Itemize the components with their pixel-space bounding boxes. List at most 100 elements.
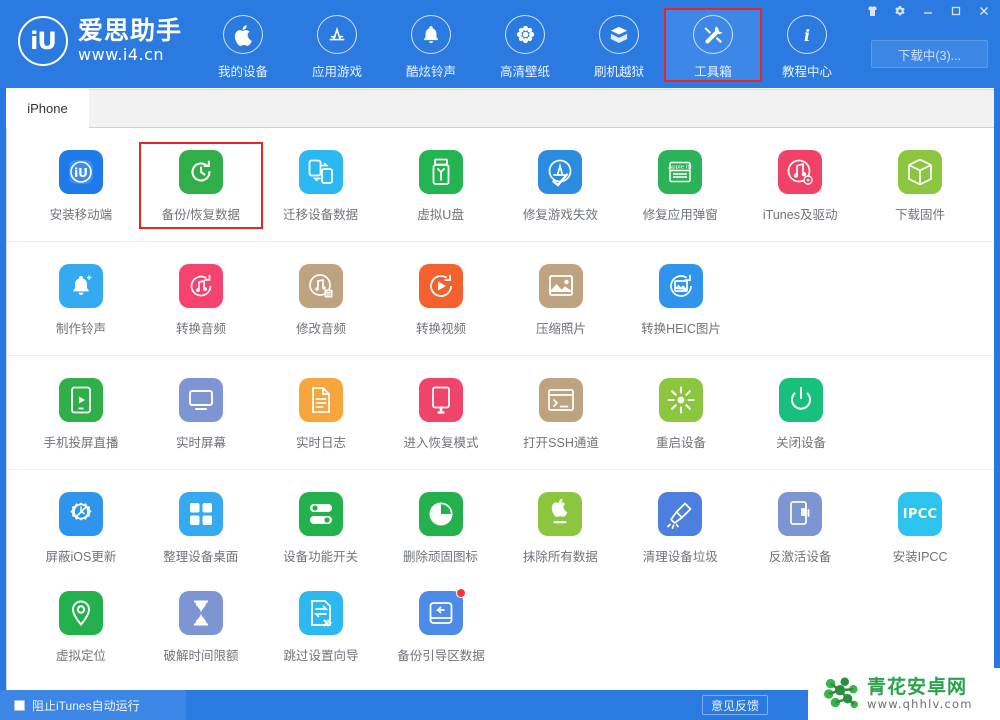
- tool-compress-photo[interactable]: 压缩照片: [501, 258, 621, 341]
- nav-item-tutorials[interactable]: i 教程中心: [760, 10, 854, 80]
- nav-item-ringtones[interactable]: 酷炫铃声: [384, 10, 478, 80]
- tool-label: 屏蔽iOS更新: [45, 550, 117, 564]
- tool-label: 制作铃声: [55, 322, 106, 336]
- device-migrate-icon: [298, 150, 343, 194]
- photo-compress-icon: [539, 264, 583, 308]
- nav-label: 应用游戏: [311, 65, 362, 79]
- tool-label: 删除顽固图标: [403, 550, 479, 564]
- tool-install-mobile[interactable]: iU 安装移动端: [21, 144, 141, 227]
- download-status-button[interactable]: 下载中(3)...: [871, 40, 988, 68]
- clean-junk-icon: [658, 492, 703, 536]
- live-screen-icon: [179, 378, 223, 422]
- tool-label: 修复游戏失效: [522, 208, 598, 222]
- tools-icon: [693, 15, 733, 54]
- tool-delete-stubborn-icon[interactable]: 删除顽固图标: [381, 486, 501, 569]
- tool-itunes-driver[interactable]: iTunes及驱动: [740, 144, 860, 227]
- tool-block-ios-update[interactable]: 屏蔽iOS更新: [21, 486, 141, 569]
- apple-id-icon: Apple ID: [658, 150, 703, 194]
- box-open-icon: [599, 15, 639, 54]
- block-itunes-checkbox[interactable]: [14, 699, 25, 711]
- tool-clean-junk[interactable]: 清理设备垃圾: [620, 486, 740, 569]
- maximize-button[interactable]: [942, 0, 970, 22]
- watermark-name: 青花安卓网: [867, 676, 968, 698]
- tool-organize-desktop[interactable]: 整理设备桌面: [141, 486, 261, 569]
- notification-badge: [456, 588, 466, 598]
- tool-download-firmware[interactable]: 下载固件: [860, 144, 980, 227]
- svg-text:i: i: [804, 26, 810, 45]
- tool-label: 修复应用弹窗: [642, 208, 718, 222]
- tool-feature-toggle[interactable]: 设备功能开关: [261, 486, 381, 569]
- tool-convert-audio[interactable]: 转换音频: [141, 258, 261, 341]
- ssh-terminal-icon: [539, 378, 583, 422]
- minimize-button[interactable]: [914, 0, 942, 22]
- tool-label: 清理设备垃圾: [642, 550, 718, 564]
- nav-label: 高清壁纸: [499, 65, 550, 79]
- usb-drive-icon: [418, 150, 463, 194]
- i4-assistant-window: iU 爱思助手 www.i4.cn 我的设备 应用游戏 酷炫铃声 高清壁纸 刷机…: [0, 0, 1000, 720]
- block-itunes-toggle[interactable]: 阻止iTunes自动运行: [0, 690, 186, 720]
- tool-migrate-device-data[interactable]: 迁移设备数据: [261, 144, 381, 227]
- nav-item-my-device[interactable]: 我的设备: [196, 10, 290, 80]
- nav-label: 我的设备: [217, 65, 268, 79]
- toolbox-row: 虚拟定位 破解时间限额 跳过设置向导 备份引导区数据: [7, 569, 994, 668]
- tool-screen-time-crack[interactable]: 破解时间限额: [141, 585, 261, 668]
- tool-screen-cast-live[interactable]: 手机投屏直播: [21, 372, 141, 455]
- tool-open-ssh[interactable]: 打开SSH通道: [501, 372, 621, 455]
- tool-install-ipcc[interactable]: IPCC 安装IPCC: [860, 486, 980, 569]
- erase-all-icon: [538, 492, 583, 536]
- toolbox-row: 制作铃声 转换音频 自 修改音频 转换视频 压缩照片 转换HEIC图片: [7, 242, 994, 356]
- tool-backup-restore[interactable]: 备份/恢复数据: [138, 142, 263, 229]
- appstore-fix-icon: [538, 150, 583, 194]
- tool-label: 虚拟定位: [55, 649, 106, 663]
- virtual-location-icon: [59, 591, 103, 635]
- tool-backup-boot-data[interactable]: 备份引导区数据: [381, 585, 501, 668]
- tool-edit-audio[interactable]: 自 修改音频: [261, 258, 381, 341]
- deactivate-icon: [778, 492, 823, 536]
- tool-convert-video[interactable]: 转换视频: [381, 258, 501, 341]
- tool-live-log[interactable]: 实时日志: [261, 372, 381, 455]
- tool-recovery-mode[interactable]: 进入恢复模式: [381, 372, 501, 455]
- logo-text: iU: [30, 27, 57, 55]
- tool-power-off-device[interactable]: 关闭设备: [741, 372, 861, 455]
- skin-icon[interactable]: [858, 0, 886, 22]
- tool-erase-all-data[interactable]: 抹除所有数据: [501, 486, 621, 569]
- block-ios-update-icon: [58, 492, 103, 536]
- itunes-driver-icon: [778, 150, 823, 194]
- firmware-cube-icon: [898, 150, 943, 194]
- tool-reboot-device[interactable]: 重启设备: [621, 372, 741, 455]
- watermark: 青花安卓网 www.qhhlv.com: [808, 668, 1000, 720]
- skip-setup-icon: [299, 591, 343, 635]
- nav-label: 工具箱: [694, 65, 732, 79]
- tool-virtual-usb[interactable]: 虚拟U盘: [381, 144, 501, 227]
- tool-label: 手机投屏直播: [43, 436, 119, 450]
- ipcc-label: IPCC: [902, 506, 938, 522]
- appstore-icon: [317, 15, 357, 54]
- tool-virtual-location[interactable]: 虚拟定位: [21, 585, 141, 668]
- tool-fix-game[interactable]: 修复游戏失效: [501, 144, 621, 227]
- nav-item-flash-jailbreak[interactable]: 刷机越狱: [572, 10, 666, 80]
- close-button[interactable]: [970, 0, 998, 22]
- nav-item-toolbox[interactable]: 工具箱: [664, 8, 762, 82]
- tool-label: 转换HEIC图片: [641, 322, 721, 336]
- tool-live-screen[interactable]: 实时屏幕: [141, 372, 261, 455]
- tab-iphone[interactable]: iPhone: [6, 88, 89, 128]
- tool-make-ringtone[interactable]: 制作铃声: [21, 258, 141, 341]
- tool-label: 破解时间限额: [163, 649, 239, 663]
- toolbox-row: 手机投屏直播 实时屏幕 实时日志 进入恢复模式 打开SSH通道 重启设备 关闭设…: [7, 356, 994, 470]
- svg-text:Apple ID: Apple ID: [669, 165, 692, 171]
- tool-label: 实时日志: [295, 436, 346, 450]
- tool-deactivate-device[interactable]: 反激活设备: [740, 486, 860, 569]
- tool-fix-app-popup[interactable]: Apple ID 修复应用弹窗: [620, 144, 740, 227]
- nav-item-wallpapers[interactable]: 高清壁纸: [478, 10, 572, 80]
- tool-label: 安装移动端: [49, 208, 113, 222]
- gear-icon[interactable]: [886, 0, 914, 22]
- flower-icon: [505, 15, 545, 54]
- window-controls: [858, 0, 998, 22]
- tool-skip-setup-wizard[interactable]: 跳过设置向导: [261, 585, 381, 668]
- i4-circle-logo: iU: [18, 16, 68, 66]
- screen-cast-icon: [59, 378, 103, 422]
- nav-item-apps-games[interactable]: 应用游戏: [290, 10, 384, 80]
- feedback-button[interactable]: 意见反馈: [701, 695, 768, 715]
- info-icon: i: [787, 15, 827, 54]
- tool-convert-heic[interactable]: 转换HEIC图片: [621, 258, 741, 341]
